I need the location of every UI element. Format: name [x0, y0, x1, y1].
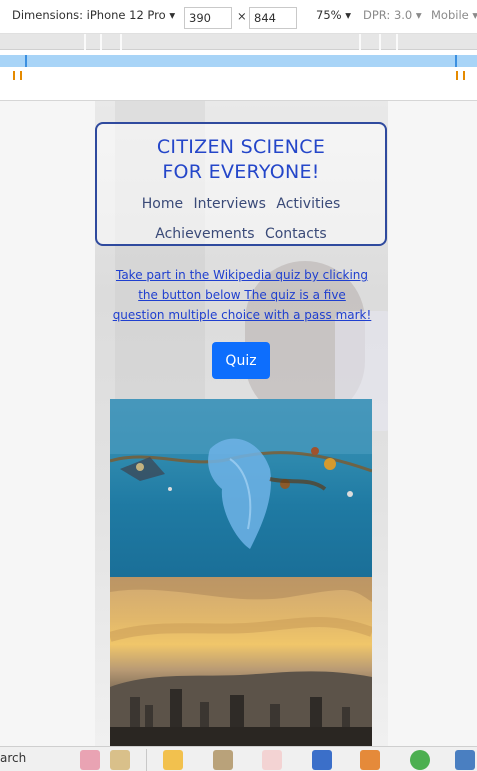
city-sunset-illustration	[110, 577, 372, 746]
viewport-ruler	[0, 55, 477, 67]
ocean-plastic-illustration	[110, 399, 372, 549]
ocean-plastic-image	[110, 399, 372, 577]
site-title-line2: FOR EVERYONE!	[162, 161, 320, 183]
ruler-tick	[379, 34, 381, 50]
times-symbol: ×	[237, 9, 247, 23]
dpr-dropdown[interactable]: DPR: 3.0 ▾	[363, 8, 422, 22]
nav-achievements[interactable]: Achievements	[155, 219, 254, 249]
main-nav: Home Interviews Activities Achievements …	[97, 189, 385, 249]
widget-icon[interactable]	[110, 750, 130, 770]
phone-screen: CITIZEN SCIENCE FOR EVERYONE! Home Inter…	[95, 101, 388, 746]
chevron-down-icon: ▾	[169, 8, 176, 22]
ruler-tick	[359, 34, 361, 50]
ruler-mark	[25, 55, 27, 67]
quiz-intro-link[interactable]: Take part in the Wikipedia quiz by click…	[111, 265, 373, 325]
chevron-down-icon: ▾	[345, 8, 351, 22]
folder-icon[interactable]	[163, 750, 183, 770]
ruler-tick	[120, 34, 122, 50]
document-icon[interactable]	[262, 750, 282, 770]
flowers-icon[interactable]	[80, 750, 100, 770]
ruler-mark	[455, 55, 457, 67]
zoom-dropdown[interactable]: 75% ▾	[316, 8, 351, 22]
nav-home[interactable]: Home	[142, 189, 183, 219]
quiz-button[interactable]: Quiz	[212, 342, 270, 379]
taskbar-search[interactable]: arch	[0, 751, 26, 765]
system-icon[interactable]	[455, 750, 475, 770]
taskbar: arch	[0, 746, 477, 771]
emulated-viewport: CITIZEN SCIENCE FOR EVERYONE! Home Inter…	[0, 101, 477, 746]
resize-handles	[0, 68, 477, 84]
handle-mark	[456, 71, 458, 80]
site-title-line1: CITIZEN SCIENCE	[156, 136, 326, 158]
handle-mark	[20, 71, 22, 80]
app-icon[interactable]	[312, 750, 332, 770]
nav-interviews[interactable]: Interviews	[194, 189, 266, 219]
media-query-bar[interactable]	[0, 34, 477, 50]
dimensions-label: Dimensions: iPhone 12 Pro	[12, 8, 166, 22]
paint-icon[interactable]	[213, 750, 233, 770]
mode-dropdown[interactable]: Mobile ▾	[431, 8, 477, 22]
media-icon[interactable]	[360, 750, 380, 770]
ruler-tick	[100, 34, 102, 50]
city-sunset-image	[110, 577, 372, 746]
dpr-value: DPR: 3.0	[363, 8, 413, 22]
height-input[interactable]: 844	[249, 7, 297, 29]
ruler-tick	[396, 34, 398, 50]
chevron-down-icon: ▾	[415, 8, 422, 22]
nav-activities[interactable]: Activities	[276, 189, 340, 219]
browser-icon[interactable]	[410, 750, 430, 770]
site-title: CITIZEN SCIENCE FOR EVERYONE!	[97, 135, 385, 185]
taskbar-divider	[146, 749, 147, 771]
nav-contacts[interactable]: Contacts	[265, 219, 327, 249]
width-input[interactable]: 390	[184, 7, 232, 29]
chevron-down-icon: ▾	[472, 8, 477, 22]
ruler-tick	[84, 34, 86, 50]
device-dimensions-dropdown[interactable]: Dimensions: iPhone 12 Pro ▾	[12, 8, 175, 22]
handle-mark	[463, 71, 465, 80]
mode-value: Mobile	[431, 8, 469, 22]
handle-mark	[13, 71, 15, 80]
zoom-value: 75%	[316, 8, 342, 22]
site-header: CITIZEN SCIENCE FOR EVERYONE! Home Inter…	[95, 122, 387, 246]
device-toolbar: Dimensions: iPhone 12 Pro ▾ 390 × 844 75…	[0, 0, 477, 34]
